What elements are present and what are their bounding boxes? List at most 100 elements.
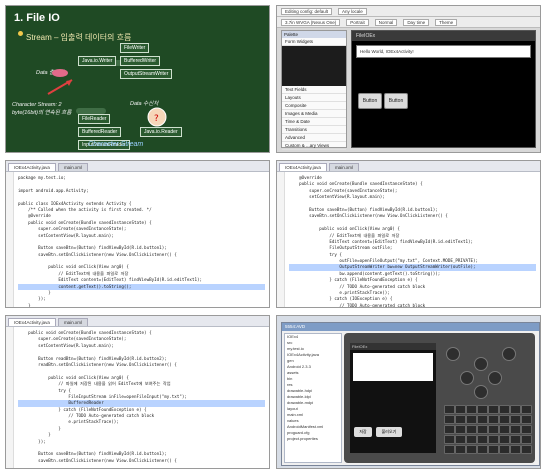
keyboard-key[interactable] <box>455 425 466 434</box>
keyboard-key[interactable] <box>477 415 488 424</box>
explorer-row[interactable]: project.properties <box>285 436 341 442</box>
load-button[interactable]: 불러오기 <box>376 427 402 437</box>
bullet-icon <box>18 31 23 36</box>
keyboard-key[interactable] <box>488 445 499 454</box>
outputstreamwriter-box: OutputStreamWriter <box>120 69 173 79</box>
line-gutter <box>6 327 14 468</box>
tab-xml[interactable]: main.xml <box>57 318 88 326</box>
keyboard-key[interactable] <box>488 405 499 414</box>
keyboard-key[interactable] <box>477 445 488 454</box>
code-area[interactable]: @Override public void onCreate(Bundle sa… <box>289 175 536 308</box>
reader-box: Java.io.Reader <box>140 127 182 137</box>
home-icon[interactable] <box>446 347 460 361</box>
code-editor-panel: IOEx4Activity.java main.xml package my.t… <box>5 160 270 308</box>
line-gutter <box>277 172 285 307</box>
keyboard-key[interactable] <box>521 425 532 434</box>
keyboard-key[interactable] <box>499 405 510 414</box>
keyboard-key[interactable] <box>521 445 532 454</box>
device-select[interactable]: 3.7in WVGA (Nexus One) <box>281 18 341 26</box>
keyboard-key[interactable] <box>521 415 532 424</box>
keyboard-key[interactable] <box>510 445 521 454</box>
dock-select[interactable]: Normal <box>374 18 398 26</box>
keyboard-key[interactable] <box>466 445 477 454</box>
code-line: } <box>18 302 31 308</box>
code-area[interactable]: public void onCreate(Bundle savedInstanc… <box>18 330 265 468</box>
filewriter-box: FileWriter <box>120 43 150 53</box>
config-select[interactable]: Editing config: default <box>281 7 333 15</box>
keyboard-key[interactable] <box>455 415 466 424</box>
keyboard-key[interactable] <box>488 415 499 424</box>
palette: Palette Form Widgets Text Fields Layouts… <box>281 30 347 150</box>
tab-xml[interactable]: main.xml <box>328 163 359 171</box>
night-select[interactable]: Day time <box>403 18 430 26</box>
keyboard-key[interactable] <box>499 415 510 424</box>
keyboard-key[interactable] <box>444 435 455 444</box>
edit-text-field[interactable]: Hello World, IOEx4Activity! <box>356 45 531 58</box>
keyboard-key[interactable] <box>499 445 510 454</box>
keyboard-key[interactable] <box>499 435 510 444</box>
keyboard-key[interactable] <box>444 445 455 454</box>
keyboard-key[interactable] <box>477 405 488 414</box>
palette-category[interactable]: Transitions <box>282 126 346 134</box>
keyboard-key[interactable] <box>510 415 521 424</box>
filereader-box: FileReader <box>78 114 111 124</box>
code-editor-panel: IOEx4Activity.java main.xml @Override pu… <box>276 160 541 308</box>
keyboard-key[interactable] <box>455 445 466 454</box>
tab-java[interactable]: IOEx4Activity.java <box>279 163 327 171</box>
code-line: // TODO Auto-generated catch block <box>289 302 426 308</box>
theme-select[interactable]: Theme <box>435 18 458 26</box>
keyboard-key[interactable] <box>488 435 499 444</box>
character-stream-label: Character Stream: 2 byte(16bit)의 연속된 흐름 <box>12 102 72 116</box>
palette-category[interactable]: Composite <box>282 102 346 110</box>
save-button[interactable]: 저장 <box>354 427 372 437</box>
palette-category[interactable]: Form Widgets <box>282 38 346 46</box>
keyboard-key[interactable] <box>466 425 477 434</box>
locale-select[interactable]: Any locale <box>338 7 367 15</box>
keyboard-key[interactable] <box>444 425 455 434</box>
layout-canvas[interactable]: FileIOEx Hello World, IOEx4Activity! But… <box>351 30 536 148</box>
dpad-up-icon[interactable] <box>474 357 488 371</box>
read-button[interactable]: Button <box>384 93 408 109</box>
palette-category[interactable]: Images & Media <box>282 110 346 118</box>
keyboard-key[interactable] <box>455 405 466 414</box>
code-editor-panel: IOEx4Activity.java main.xml public void … <box>5 315 270 469</box>
lecture-slide-panel: 1. File IO Stream – 입출력 데이터의 흐름 FileWrit… <box>5 5 270 153</box>
palette-category[interactable]: Custom & ...ary Views <box>282 142 346 150</box>
keyboard-key[interactable] <box>521 435 532 444</box>
tab-java[interactable]: IOEx4Activity.java <box>8 318 56 326</box>
slide-subtitle: Stream – 입출력 데이터의 흐름 <box>26 33 132 42</box>
keyboard-key[interactable] <box>510 405 521 414</box>
keyboard-key[interactable] <box>499 425 510 434</box>
editor-tab-bar: IOEx4Activity.java main.xml <box>6 316 269 327</box>
keyboard-key[interactable] <box>444 415 455 424</box>
palette-category[interactable]: Time & Date <box>282 118 346 126</box>
keyboard-key[interactable] <box>510 425 521 434</box>
keyboard-key[interactable] <box>477 425 488 434</box>
keyboard-key[interactable] <box>455 435 466 444</box>
code-area[interactable]: package my.test.io; import android.app.Ac… <box>18 175 265 308</box>
edit-text-field[interactable] <box>353 353 433 381</box>
tab-java[interactable]: IOEx4Activity.java <box>8 163 56 171</box>
editor-device-toolbar: 3.7in WVGA (Nexus One) Portrait Normal D… <box>277 17 540 28</box>
dpad-down-icon[interactable] <box>474 385 488 399</box>
keyboard-key[interactable] <box>466 435 477 444</box>
save-button[interactable]: Button <box>358 93 382 109</box>
keyboard-key[interactable] <box>488 425 499 434</box>
keyboard-key[interactable] <box>466 415 477 424</box>
dpad-left-icon[interactable] <box>460 371 474 385</box>
keyboard-key[interactable] <box>521 405 532 414</box>
svg-text:?: ? <box>154 114 159 124</box>
writer-box: Java.io.Writer <box>78 56 117 66</box>
palette-category[interactable]: Text Fields <box>282 86 346 94</box>
keyboard-key[interactable] <box>466 405 477 414</box>
palette-category[interactable]: Layouts <box>282 94 346 102</box>
orientation-select[interactable]: Portrait <box>346 18 369 26</box>
dpad-right-icon[interactable] <box>488 371 502 385</box>
keyboard-key[interactable] <box>444 405 455 414</box>
emulator-screen[interactable]: FileIOEx 저장 불러오기 <box>350 343 436 453</box>
keyboard-key[interactable] <box>510 435 521 444</box>
palette-category[interactable]: Advanced <box>282 134 346 142</box>
menu-icon[interactable] <box>502 347 516 361</box>
keyboard-key[interactable] <box>477 435 488 444</box>
tab-xml[interactable]: main.xml <box>57 163 88 171</box>
